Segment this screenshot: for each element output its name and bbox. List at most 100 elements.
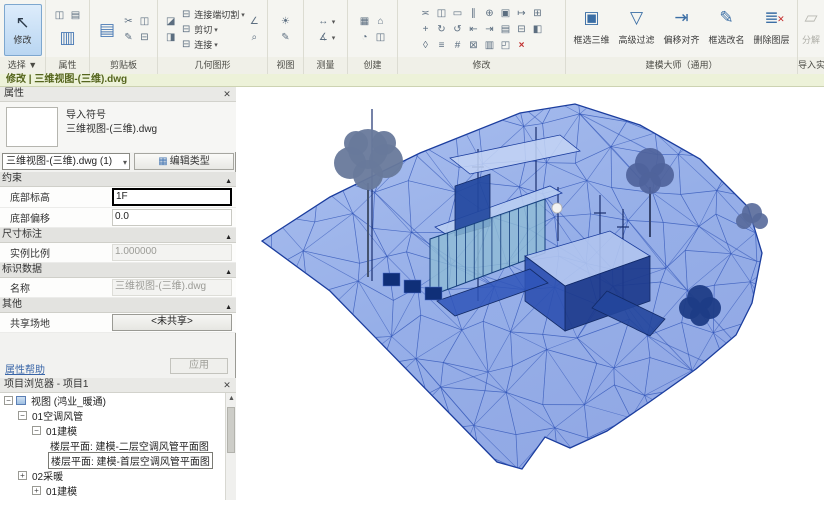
- plugin-button-label: 删除图层: [753, 33, 789, 46]
- geometry-icon: ⊟: [180, 7, 192, 22]
- property-value[interactable]: 1F: [112, 188, 232, 206]
- edit-type-button[interactable]: ▦编辑类型: [134, 153, 234, 170]
- 删除图层-button[interactable]: ≣✕删除图层: [749, 3, 794, 57]
- modify-button[interactable]: ↖ 修改: [4, 4, 42, 56]
- modify-tool-icon[interactable]: ≡: [434, 38, 449, 53]
- explode-button[interactable]: ▱ 分解: [800, 3, 822, 57]
- apply-button[interactable]: 应用: [170, 358, 228, 374]
- expand-icon[interactable]: +: [32, 486, 41, 495]
- properties-palette-icon[interactable]: ▥: [56, 24, 80, 52]
- properties-palette-header[interactable]: 属性 ✕: [0, 87, 236, 102]
- tree-item-4[interactable]: 楼层平面: 建模-首层空调风管平面图: [0, 453, 225, 468]
- modify-tool-icon[interactable]: ↺: [450, 22, 465, 37]
- close-icon[interactable]: ✕: [221, 88, 233, 100]
- geometry-icon: ⊟: [180, 37, 192, 52]
- properties-help-link[interactable]: 属性帮助: [5, 361, 45, 376]
- section-header[interactable]: 其他▲: [0, 298, 236, 313]
- modify-tool-icon[interactable]: ⇥: [482, 22, 497, 37]
- match-type-icon[interactable]: ◫: [52, 8, 67, 23]
- expand-icon[interactable]: +: [18, 471, 27, 480]
- dimension-icon[interactable]: ∡: [316, 30, 331, 45]
- tree-scrollbar[interactable]: ▲: [225, 393, 236, 500]
- section-header[interactable]: 标识数据▲: [0, 263, 236, 278]
- tree-item-2[interactable]: −01建模: [0, 423, 225, 438]
- close-icon[interactable]: ✕: [221, 379, 233, 391]
- tree-item-3[interactable]: 楼层平面: 建模-二层空调风管平面图: [0, 438, 225, 453]
- geometry-button-1[interactable]: ⊟剪切▾: [180, 23, 218, 37]
- property-value[interactable]: 0.0: [112, 209, 232, 226]
- tree-item-5[interactable]: +02采暖: [0, 468, 225, 483]
- modify-tool-icon[interactable]: ⊕: [482, 6, 497, 21]
- section-header[interactable]: 约束▲: [0, 172, 236, 187]
- select-dropdown[interactable]: 选择 ▼: [0, 57, 45, 74]
- collapse-caret-icon[interactable]: ▲: [225, 231, 232, 245]
- modify-tool-icon[interactable]: ▤: [498, 22, 513, 37]
- modify-tool-icon[interactable]: ◧: [530, 22, 545, 37]
- modify-tool-icon[interactable]: ⇤: [466, 22, 481, 37]
- modify-tool-icon[interactable]: ∥: [466, 6, 481, 21]
- property-value[interactable]: <未共享>: [112, 314, 232, 331]
- cut-icon[interactable]: ✂: [121, 14, 136, 29]
- chevron-down-icon: ▾: [214, 41, 218, 49]
- cursor-icon: ↖: [15, 13, 29, 33]
- modify-tool-icon[interactable]: ▣: [498, 6, 513, 21]
- geometry-button-0[interactable]: ⊟连接端切割▾: [180, 8, 245, 22]
- match-icon[interactable]: ✎: [121, 30, 136, 45]
- modify-tool-icon[interactable]: +: [418, 22, 433, 37]
- create-similar-icon[interactable]: ⌂: [373, 14, 388, 29]
- modify-tool-icon[interactable]: ◰: [498, 38, 513, 53]
- tree-item-label: 01空调风管: [30, 408, 85, 423]
- override-graphics-icon[interactable]: ✎: [278, 30, 293, 45]
- paste-icon[interactable]: ▤: [95, 16, 119, 44]
- 框选三维-button[interactable]: ▣框选三维: [569, 3, 614, 57]
- modify-tool-icon[interactable]: ⊠: [466, 38, 481, 53]
- 框选改名-button[interactable]: ✎框选改名: [704, 3, 749, 57]
- modify-tool-icon[interactable]: ⊟: [514, 22, 529, 37]
- tree-item-0[interactable]: −视图 (鸿业_暖通): [0, 393, 225, 408]
- cut-geometry-icon[interactable]: ◨: [163, 30, 178, 45]
- geometry-button-2[interactable]: ⊟连接▾: [180, 38, 218, 52]
- section-header[interactable]: 尺寸标注▲: [0, 228, 236, 243]
- collapse-caret-icon[interactable]: ▲: [225, 266, 232, 280]
- scroll-thumb[interactable]: [227, 407, 235, 453]
- 偏移对齐-button[interactable]: ⇥偏移对齐: [659, 3, 704, 57]
- modify-tool-icon[interactable]: ▥: [482, 38, 497, 53]
- modify-tool-icon[interactable]: ◊: [418, 38, 433, 53]
- 3d-scene: [236, 87, 824, 500]
- angle-icon[interactable]: ∠: [247, 14, 262, 29]
- project-browser-header[interactable]: 项目浏览器 - 项目1 ✕: [0, 378, 236, 393]
- cope-icon[interactable]: ◪: [163, 14, 178, 29]
- modify-tool-icon[interactable]: ↦: [514, 6, 529, 21]
- collapse-caret-icon[interactable]: ▲: [225, 301, 232, 315]
- tree-item-1[interactable]: −01空调风管: [0, 408, 225, 423]
- ribbon-group-plugin: ▣框选三维▽高级过滤⇥偏移对齐✎框选改名≣✕删除图层 建模大师（通用）: [566, 0, 798, 74]
- collapse-caret-icon[interactable]: ▲: [225, 175, 232, 189]
- 3d-viewport[interactable]: [236, 87, 824, 500]
- collapse-icon[interactable]: −: [32, 426, 41, 435]
- sphere-object: [552, 203, 562, 213]
- ribbon-group-import-instance: ▱ 分解 导入实例: [798, 0, 824, 74]
- modify-tool-icon[interactable]: #: [450, 38, 465, 53]
- erase-icon[interactable]: ⊟: [137, 30, 152, 45]
- family-icon[interactable]: ▤: [68, 8, 83, 23]
- measure-icon[interactable]: ↔: [316, 14, 331, 29]
- collapse-icon[interactable]: −: [18, 411, 27, 420]
- create-parts-icon[interactable]: ◫: [373, 30, 388, 45]
- collapse-icon[interactable]: −: [4, 396, 13, 405]
- type-preview-area: 导入符号 三维视图-(三维).dwg: [0, 102, 236, 152]
- create-assembly-icon[interactable]: ◔: [357, 30, 372, 45]
- context-bar-text: 修改 | 三维视图-(三维).dwg: [6, 74, 127, 85]
- 高级过滤-button[interactable]: ▽高级过滤: [614, 3, 659, 57]
- modify-tool-icon[interactable]: ⊞: [530, 6, 545, 21]
- tree-item-6[interactable]: +01建模: [0, 483, 225, 498]
- pick-icon[interactable]: ⌕: [247, 30, 262, 45]
- copy-icon[interactable]: ◫: [137, 14, 152, 29]
- delete-icon[interactable]: ×: [514, 38, 529, 53]
- modify-tool-icon[interactable]: ↻: [434, 22, 449, 37]
- modify-tool-icon[interactable]: ≍: [418, 6, 433, 21]
- hide-element-icon[interactable]: ☀: [278, 14, 293, 29]
- type-selector-dropdown[interactable]: 三维视图-(三维).dwg (1) ▾: [2, 153, 130, 170]
- create-group-icon[interactable]: ▦: [357, 14, 372, 29]
- modify-tool-icon[interactable]: ◫: [434, 6, 449, 21]
- modify-tool-icon[interactable]: ▭: [450, 6, 465, 21]
